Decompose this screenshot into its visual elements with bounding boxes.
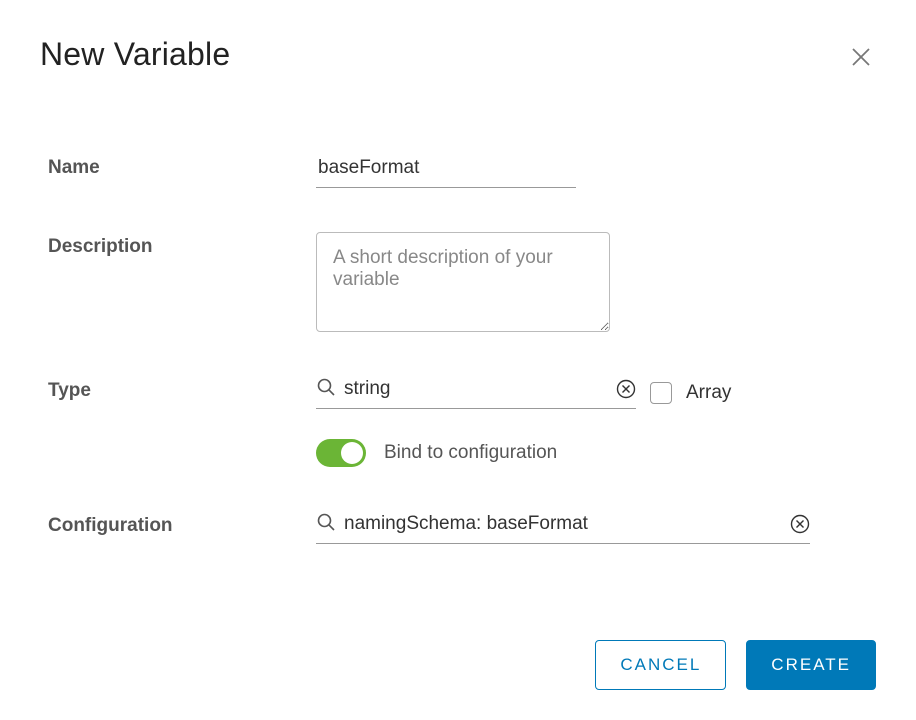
description-row: Description	[48, 232, 876, 332]
name-input[interactable]	[316, 153, 576, 188]
bind-toggle[interactable]	[316, 439, 366, 467]
type-row: Type	[48, 376, 876, 409]
new-variable-dialog: New Variable Name Description Type	[0, 0, 916, 720]
type-clear-button[interactable]	[616, 379, 636, 399]
search-icon	[316, 377, 336, 402]
close-button[interactable]	[846, 42, 876, 72]
name-label: Name	[48, 153, 316, 179]
configuration-input[interactable]	[344, 511, 790, 537]
dialog-title: New Variable	[40, 36, 230, 73]
configuration-clear-button[interactable]	[790, 514, 810, 534]
description-textarea[interactable]	[316, 232, 610, 332]
array-checkbox-label: Array	[686, 382, 731, 404]
variable-form: Name Description Type	[40, 153, 876, 544]
search-icon	[316, 512, 336, 537]
configuration-label: Configuration	[48, 511, 316, 537]
create-button[interactable]: CREATE	[746, 640, 876, 690]
dialog-actions: CANCEL CREATE	[595, 640, 876, 690]
cancel-button[interactable]: CANCEL	[595, 640, 726, 690]
close-icon	[850, 46, 872, 68]
clear-icon	[616, 379, 636, 399]
configuration-row: Configuration	[48, 511, 876, 544]
bind-row: Bind to configuration	[48, 439, 876, 467]
name-row: Name	[48, 153, 876, 188]
type-label: Type	[48, 376, 316, 402]
description-label: Description	[48, 232, 316, 258]
dialog-header: New Variable	[40, 36, 876, 73]
toggle-knob	[341, 442, 363, 464]
type-combobox[interactable]	[316, 376, 636, 409]
configuration-combobox[interactable]	[316, 511, 810, 544]
bind-toggle-label: Bind to configuration	[384, 442, 557, 464]
array-checkbox[interactable]	[650, 382, 672, 404]
clear-icon	[790, 514, 810, 534]
type-input[interactable]	[344, 376, 616, 402]
